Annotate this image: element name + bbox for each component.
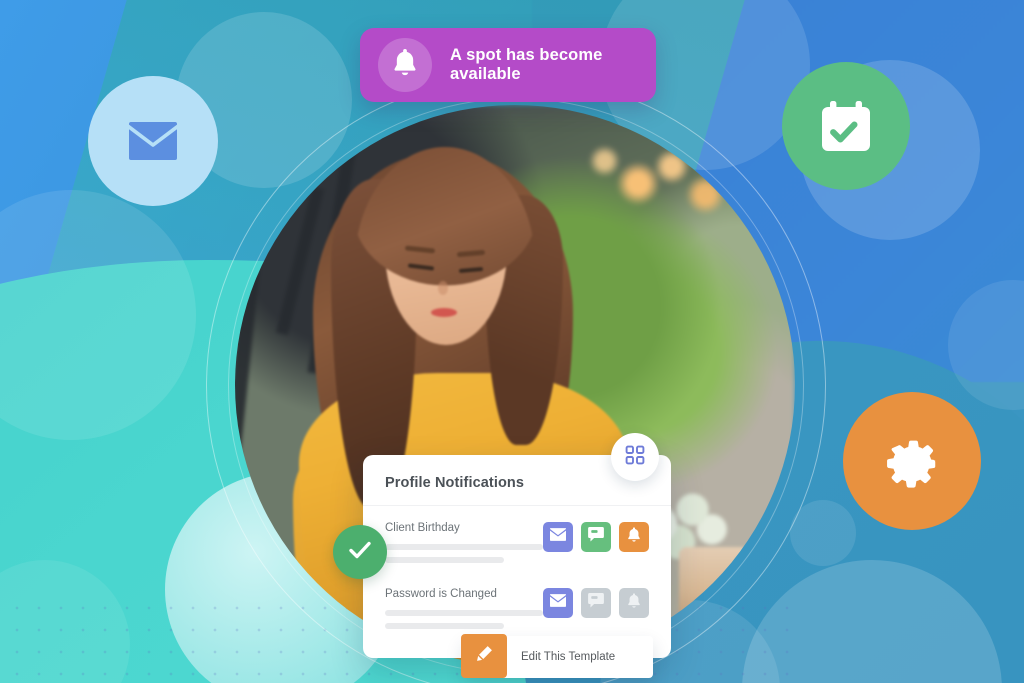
channel-toggle-push[interactable] xyxy=(619,522,649,552)
channel-toggle-email[interactable] xyxy=(543,522,573,552)
channel-toggle-push[interactable] xyxy=(619,588,649,618)
bell-icon xyxy=(627,526,641,548)
toast-notification[interactable]: A spot has become available xyxy=(360,28,656,102)
calendar-badge[interactable] xyxy=(782,62,910,190)
channel-toggle-sms[interactable] xyxy=(581,522,611,552)
pencil-icon xyxy=(475,645,493,668)
toast-icon-circle xyxy=(378,38,432,92)
edit-template-button[interactable]: Edit This Template xyxy=(461,634,653,678)
calendar-check-icon xyxy=(820,101,872,151)
check-icon xyxy=(348,540,372,565)
settings-badge[interactable] xyxy=(843,392,981,530)
mail-badge[interactable] xyxy=(88,76,218,206)
notification-row: Client Birthday xyxy=(385,520,649,570)
placeholder-bar xyxy=(385,610,543,616)
envelope-icon xyxy=(550,594,566,612)
edit-icon-tile xyxy=(461,634,507,678)
channel-toggles xyxy=(543,586,649,618)
placeholder-bar xyxy=(385,623,504,629)
grid-button[interactable] xyxy=(611,433,659,481)
hero-illustration: A spot has become available Profile Noti… xyxy=(0,0,1024,683)
bell-icon xyxy=(392,48,418,82)
card-title: Profile Notifications xyxy=(385,475,525,491)
chat-icon xyxy=(588,527,604,547)
placeholder-bar xyxy=(385,557,504,563)
photo-coffee-cup xyxy=(679,547,765,627)
toast-message: A spot has become available xyxy=(450,46,603,83)
row-content: Password is Changed xyxy=(385,586,543,636)
subject-lips xyxy=(431,308,457,317)
status-badge xyxy=(333,525,387,579)
channel-toggle-email[interactable] xyxy=(543,588,573,618)
chat-icon xyxy=(588,593,604,613)
row-label: Client Birthday xyxy=(385,522,460,534)
edit-template-label: Edit This Template xyxy=(521,651,616,663)
placeholder-bar xyxy=(385,544,543,550)
row-content: Client Birthday xyxy=(385,520,543,570)
envelope-icon xyxy=(129,122,177,160)
notification-card: Profile Notifications Client Birthday Pa… xyxy=(333,433,671,678)
notification-row: Password is Changed xyxy=(385,586,649,636)
grid-icon xyxy=(625,445,645,470)
bell-icon xyxy=(627,592,641,614)
row-label: Password is Changed xyxy=(385,588,497,600)
channel-toggle-sms[interactable] xyxy=(581,588,611,618)
subject-nose xyxy=(438,281,448,295)
gear-icon xyxy=(881,430,943,492)
envelope-icon xyxy=(550,528,566,546)
channel-toggles xyxy=(543,520,649,552)
